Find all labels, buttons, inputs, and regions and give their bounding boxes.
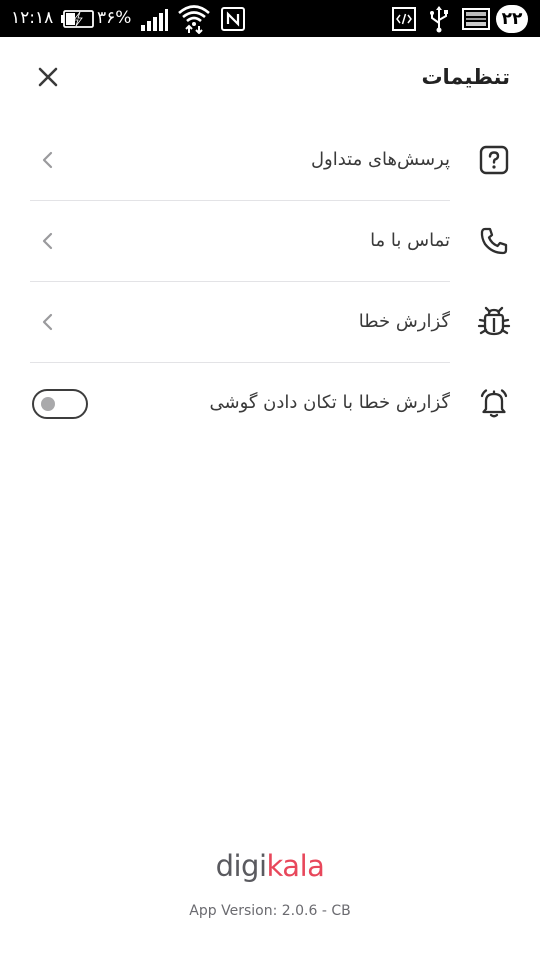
close-icon [37,66,59,92]
chevron-left-icon [38,149,58,171]
menu-item-label: تماس با ما [370,230,450,251]
status-bar: ۱۲:۱۸ ۳۶% ۲۲ [0,0,540,37]
page-title: تنظیمات [421,65,510,89]
wifi-icon [177,4,211,38]
menu-item-contact[interactable]: تماس با ما [0,201,540,282]
bug-icon [476,304,512,340]
menu-item-shake-report: گزارش خطا با تکان دادن گوشی [0,363,540,444]
chevron-left-icon [38,230,58,252]
chevron-left-icon [38,311,58,333]
menu-item-faq[interactable]: پرسش‌های متداول [0,120,540,201]
close-button[interactable] [33,64,63,94]
question-icon [476,142,512,178]
usb-icon [427,5,451,37]
status-time: ۱۲:۱۸ [11,8,54,28]
menu-item-bug-report[interactable]: گزارش خطا [0,282,540,363]
toggle-knob [41,397,55,411]
image-notification-icon [462,8,490,34]
battery-percent: ۳۶% [97,8,132,28]
menu-item-label: پرسش‌های متداول [310,149,450,170]
notification-count-badge: ۲۲ [496,5,528,33]
menu-item-label: گزارش خطا [358,311,450,332]
menu-item-label: گزارش خطا با تکان دادن گوشی [209,392,450,413]
battery-charging-icon [61,10,95,32]
app-version: App Version: 2.0.6 - CB [189,903,351,919]
settings-list: پرسش‌های متداول تماس با ما گزارش خطا [0,120,540,444]
developer-mode-icon [392,7,416,35]
logo-part-digi: digi [215,849,267,883]
shake-report-toggle[interactable] [32,389,88,419]
cell-signal-icon [140,9,168,35]
nfc-icon [221,7,245,35]
bell-icon [476,385,512,421]
logo-part-kala: kala [266,849,325,883]
phone-icon [476,223,512,259]
digikala-logo: digikala [0,846,540,886]
